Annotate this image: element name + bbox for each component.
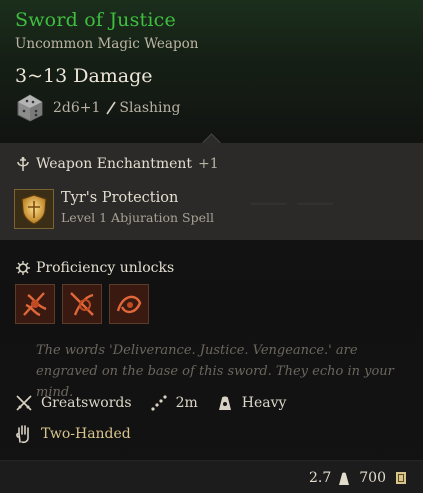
weapon-weight-class-label: Heavy (241, 395, 287, 411)
weapon-weight-class: Heavy (216, 394, 287, 412)
crossed-swords-icon (16, 395, 32, 411)
item-value: 700 (359, 470, 386, 486)
item-name: Sword of Justice (15, 9, 176, 31)
spell-level: Level 1 Abjuration Spell (61, 210, 214, 225)
item-weight: 2.7 (309, 470, 332, 486)
damage-type: Slashing (119, 100, 181, 116)
weight-icon (339, 472, 350, 485)
enchantment-bonus: +1 (198, 156, 219, 172)
proficiency-action-3-icon[interactable] (109, 284, 149, 324)
tyrs-protection-spell-icon[interactable] (14, 189, 54, 229)
tooltip-footer: 2.7 700 (0, 460, 423, 493)
weapon-properties: Greatswords 2m Heavy (15, 394, 304, 412)
gold-coin-icon (396, 472, 406, 484)
hand-icon (16, 425, 29, 444)
item-tooltip: Sword of Justice Uncommon Magic Weapon 3… (0, 0, 423, 493)
enchantment-label: Weapon Enchantment (36, 156, 193, 172)
damage-detail-row: 2d6+1 Slashing (15, 93, 181, 123)
item-damage: 3~13 Damage (15, 65, 153, 87)
enchantment-icon (17, 157, 29, 171)
range-icon (150, 395, 167, 411)
dice-icon (17, 94, 43, 122)
weapon-type: Greatswords (15, 394, 132, 412)
weapon-range-label: 2m (175, 395, 198, 411)
proficiency-heading: Proficiency unlocks (15, 260, 174, 276)
damage-dice: 2d6+1 (53, 100, 101, 116)
weapon-handedness: Two-Handed (15, 424, 131, 444)
proficiency-action-2-icon[interactable] (62, 284, 102, 324)
spell-name: Tyr's Protection (61, 190, 179, 206)
weight-value-row: 2.7 700 (309, 470, 408, 486)
proficiency-actions (15, 284, 149, 324)
weapon-type-label: Greatswords (41, 395, 132, 411)
slashing-icon (106, 101, 117, 115)
enchantment-heading: Weapon Enchantment +1 (15, 156, 219, 172)
panel-watermark: ⸺ ⸺ (250, 185, 334, 217)
heavy-weight-icon (218, 396, 231, 410)
shield-icon (21, 194, 47, 225)
proficiency-icon (16, 261, 30, 275)
handedness-label: Two-Handed (41, 426, 131, 442)
proficiency-label: Proficiency unlocks (36, 260, 175, 276)
item-rarity-type: Uncommon Magic Weapon (15, 36, 199, 52)
proficiency-action-1-icon[interactable] (15, 284, 55, 324)
weapon-range: 2m (150, 394, 198, 412)
tooltip-header: Sword of Justice Uncommon Magic Weapon 3… (0, 0, 423, 143)
